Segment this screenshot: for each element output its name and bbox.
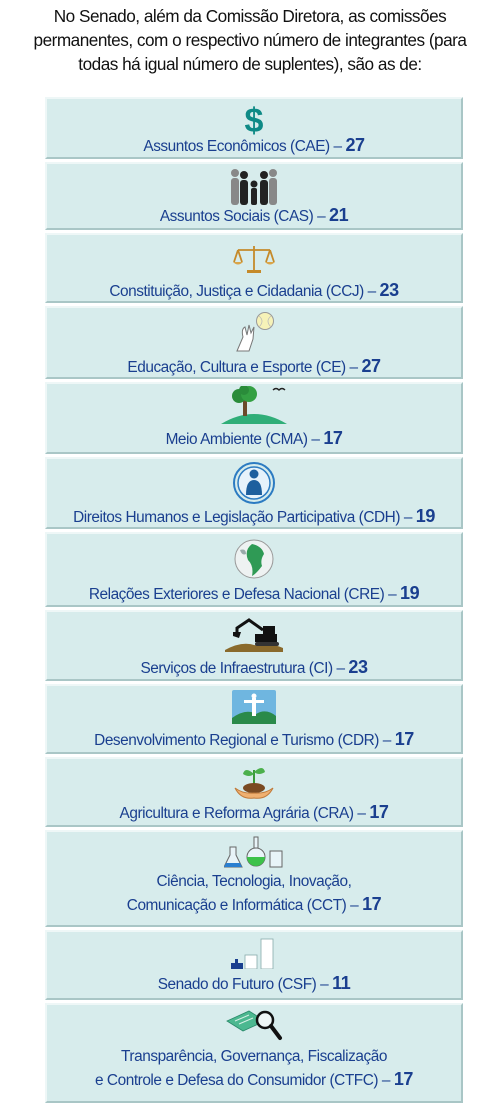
committee-count: 17 <box>362 894 382 914</box>
committee-name: Senado do Futuro (CSF) – <box>157 976 329 993</box>
excavator-icon <box>225 618 283 652</box>
family-icon <box>231 169 277 205</box>
intro-line-3: todas há igual número de suplentes), são… <box>78 54 422 74</box>
intro-line-1: No Senado, além da Comissão Diretora, as… <box>53 6 447 26</box>
committee-count: 27 <box>361 356 381 376</box>
committee-card-cdr: Desenvolvimento Regional e Turismo (CDR)… <box>45 684 463 754</box>
committee-count: 17 <box>393 1069 414 1089</box>
scales-icon <box>233 246 275 273</box>
committee-count: 11 <box>332 973 351 993</box>
growth-bars-icon <box>231 938 274 969</box>
committee-label: Assuntos Sociais (CAS) – 21 <box>47 206 461 226</box>
committee-count: 19 <box>400 583 420 603</box>
christ-redeemer-icon <box>232 690 276 724</box>
committee-card-ctfc: Transparência, Governança, Fiscalização … <box>45 1003 463 1103</box>
committee-label: Serviços de Infraestrutura (CI) – 23 <box>47 658 461 678</box>
committee-count: 21 <box>329 205 349 225</box>
committee-name: Direitos Humanos e Legislação Participat… <box>73 509 412 526</box>
committee-card-cas: Assuntos Sociais (CAS) – 21 <box>45 162 463 230</box>
committee-card-cdh: Direitos Humanos e Legislação Participat… <box>45 457 463 529</box>
committee-card-ccj: Constituição, Justiça e Cidadania (CCJ) … <box>45 233 463 303</box>
committee-label: Educação, Cultura e Esporte (CE) – 27 <box>47 357 461 377</box>
committee-label: Ciência, Tecnologia, Inovação, Comunicaç… <box>47 872 461 915</box>
committee-name: Relações Exteriores e Defesa Nacional (C… <box>88 586 397 603</box>
committee-count: 17 <box>323 428 343 448</box>
committee-name: Educação, Cultura e Esporte (CE) – <box>127 359 358 376</box>
hand-ball-icon <box>236 312 274 352</box>
committee-count: 23 <box>379 280 400 300</box>
committee-label: Desenvolvimento Regional e Turismo (CDR)… <box>47 730 461 750</box>
committee-label: Relações Exteriores e Defesa Nacional (C… <box>47 584 461 604</box>
committee-label: Transparência, Governança, Fiscalização … <box>47 1047 461 1090</box>
committee-count: 17 <box>369 802 389 822</box>
committee-count: 19 <box>415 506 436 526</box>
committee-label: Agricultura e Reforma Agrária (CRA) – 17 <box>47 803 461 823</box>
committee-name-line1: Transparência, Governança, Fiscalização <box>121 1048 387 1065</box>
committee-name: Constituição, Justiça e Cidadania (CCJ) … <box>109 283 376 300</box>
dollar-icon: $ <box>245 102 264 136</box>
intro-line-2: permanentes, com o respectivo número de … <box>33 30 467 50</box>
committee-card-cma: Meio Ambiente (CMA) – 17 <box>45 382 463 454</box>
intro-text: No Senado, além da Comissão Diretora, as… <box>14 4 486 76</box>
committee-card-csf: Senado do Futuro (CSF) – 11 <box>45 930 463 1000</box>
committee-count: 27 <box>345 135 365 155</box>
committee-label: Constituição, Justiça e Cidadania (CCJ) … <box>47 281 461 301</box>
committee-label: Senado do Futuro (CSF) – 11 <box>47 974 461 994</box>
seedling-hands-icon <box>234 768 274 799</box>
committee-count: 17 <box>394 729 415 749</box>
magnifier-document-icon <box>226 1010 282 1040</box>
committee-card-cre: Relações Exteriores e Defesa Nacional (C… <box>45 532 463 607</box>
committee-name: Serviços de Infraestrutura (CI) – <box>140 660 345 677</box>
committee-card-cae: $ Assuntos Econômicos (CAE) – 27 <box>45 97 463 159</box>
tree-icon <box>221 386 287 424</box>
committee-name: e Controle e Defesa do Consumidor (CTFC)… <box>95 1072 391 1089</box>
committee-name: Desenvolvimento Regional e Turismo (CDR)… <box>94 732 391 749</box>
committee-name: Assuntos Sociais (CAS) – <box>159 208 326 225</box>
committee-name-line1: Ciência, Tecnologia, Inovação, <box>156 873 352 890</box>
lab-flasks-icon <box>224 836 283 868</box>
globe-icon <box>234 539 274 579</box>
committee-card-cct: Ciência, Tecnologia, Inovação, Comunicaç… <box>45 830 463 927</box>
committee-label: Assuntos Econômicos (CAE) – 27 <box>47 136 461 156</box>
svg-text:$: $ <box>245 102 264 136</box>
committee-name: Assuntos Econômicos (CAE) – <box>143 138 342 155</box>
committee-name: Agricultura e Reforma Agrária (CRA) – <box>119 805 366 822</box>
committee-card-ci: Serviços de Infraestrutura (CI) – 23 <box>45 610 463 681</box>
committee-label: Direitos Humanos e Legislação Participat… <box>47 507 461 527</box>
committee-name: Meio Ambiente (CMA) – <box>165 431 320 448</box>
committee-count: 23 <box>348 657 368 677</box>
committee-name: Comunicação e Informática (CCT) – <box>126 897 359 914</box>
person-circle-icon <box>233 462 275 504</box>
committee-card-cra: Agricultura e Reforma Agrária (CRA) – 17 <box>45 757 463 827</box>
committee-card-ce: Educação, Cultura e Esporte (CE) – 27 <box>45 306 463 379</box>
committee-label: Meio Ambiente (CMA) – 17 <box>47 429 461 449</box>
